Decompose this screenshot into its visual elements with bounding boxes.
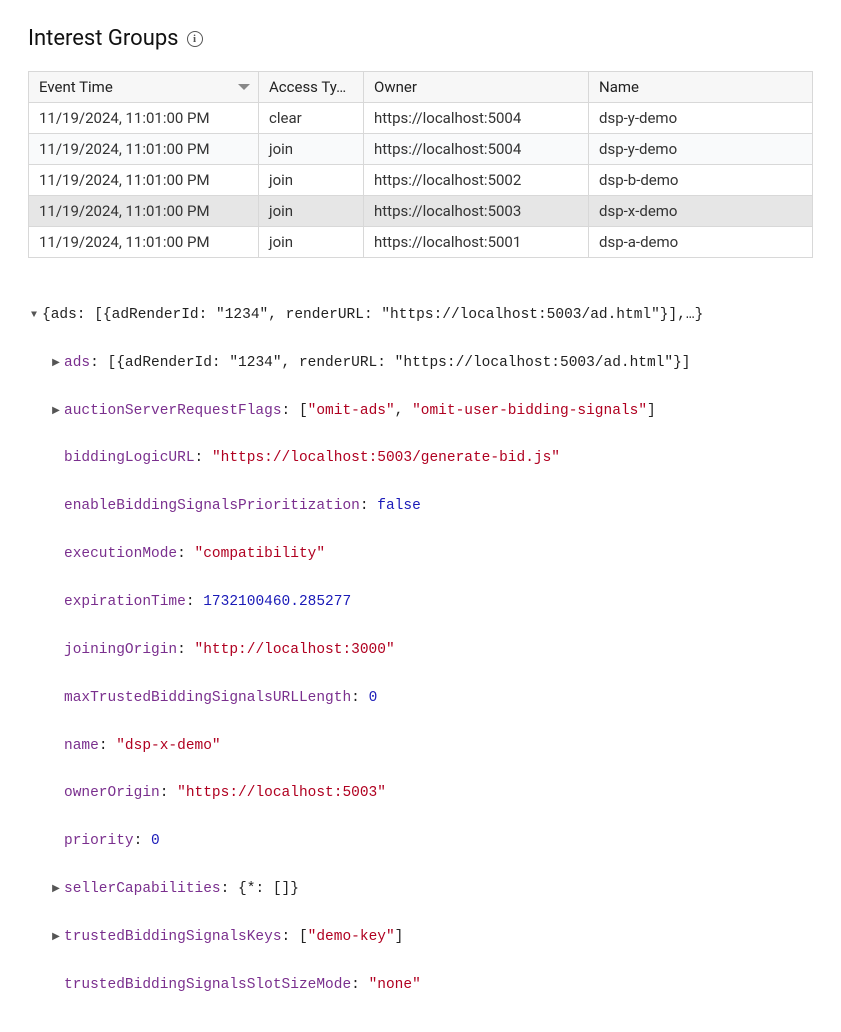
prop-value: "compatibility" — [195, 546, 326, 562]
table-header-row: Event Time Access Ty… Owner Name — [29, 72, 813, 103]
toggle-icon[interactable] — [50, 930, 62, 947]
array-item: "omit-ads" — [308, 403, 395, 419]
cell-owner: https://localhost:5004 — [364, 134, 589, 165]
array-item: "omit-user-bidding-signals" — [412, 403, 647, 419]
table-row[interactable]: 11/19/2024, 11:01:00 PMjoinhttps://local… — [29, 196, 813, 227]
column-owner[interactable]: Owner — [364, 72, 589, 103]
cell-name: dsp-y-demo — [589, 134, 813, 165]
table-row[interactable]: 11/19/2024, 11:01:00 PMclearhttps://loca… — [29, 103, 813, 134]
sort-desc-icon — [238, 84, 250, 90]
prop-value: "none" — [369, 977, 421, 993]
prop-key: auctionServerRequestFlags — [64, 403, 282, 419]
prop-value: "https://localhost:5003/generate-bid.js" — [212, 450, 560, 466]
cell-name: dsp-b-demo — [589, 165, 813, 196]
prop-key: biddingLogicURL — [64, 450, 195, 466]
prop-key: trustedBiddingSignalsSlotSizeMode — [64, 977, 351, 993]
info-icon[interactable]: i — [187, 31, 203, 47]
cell-name: dsp-a-demo — [589, 227, 813, 258]
toggle-icon[interactable] — [50, 404, 62, 421]
table-row[interactable]: 11/19/2024, 11:01:00 PMjoinhttps://local… — [29, 165, 813, 196]
cell-time: 11/19/2024, 11:01:00 PM — [29, 196, 259, 227]
prop-value: 0 — [369, 690, 378, 706]
prop-key: enableBiddingSignalsPrioritization — [64, 498, 360, 514]
column-label: Event Time — [39, 78, 113, 96]
prop-key: name — [64, 738, 99, 754]
panel-title: Interest Groups — [28, 26, 179, 51]
panel-header: Interest Groups i — [28, 26, 813, 51]
prop-value: false — [377, 498, 421, 514]
cell-name: dsp-x-demo — [589, 196, 813, 227]
prop-key: ads — [64, 355, 90, 371]
array-item: "demo-key" — [308, 929, 395, 945]
events-table: Event Time Access Ty… Owner Name 11/19/2… — [28, 71, 813, 258]
prop-key: trustedBiddingSignalsKeys — [64, 929, 282, 945]
column-access-type[interactable]: Access Ty… — [259, 72, 364, 103]
cell-name: dsp-y-demo — [589, 103, 813, 134]
table-row[interactable]: 11/19/2024, 11:01:00 PMjoinhttps://local… — [29, 134, 813, 165]
prop-summary: [{adRenderId: "1234", renderURL: "https:… — [108, 355, 691, 371]
root-summary: {ads: [{adRenderId: "1234", renderURL: "… — [42, 307, 703, 323]
prop-key: expirationTime — [64, 594, 186, 610]
column-name[interactable]: Name — [589, 72, 813, 103]
prop-key: sellerCapabilities — [64, 881, 221, 897]
prop-value: "dsp-x-demo" — [116, 738, 220, 754]
prop-value: 1732100460.285277 — [203, 594, 351, 610]
prop-summary: {*: []} — [238, 881, 299, 897]
cell-owner: https://localhost:5003 — [364, 196, 589, 227]
cell-type: join — [259, 227, 364, 258]
prop-key: executionMode — [64, 546, 177, 562]
cell-type: join — [259, 134, 364, 165]
table-row[interactable]: 11/19/2024, 11:01:00 PMjoinhttps://local… — [29, 227, 813, 258]
cell-owner: https://localhost:5004 — [364, 103, 589, 134]
toggle-icon[interactable] — [50, 882, 62, 899]
cell-time: 11/19/2024, 11:01:00 PM — [29, 165, 259, 196]
prop-key: joiningOrigin — [64, 642, 177, 658]
prop-value: "http://localhost:3000" — [195, 642, 395, 658]
prop-value: 0 — [151, 833, 160, 849]
column-event-time[interactable]: Event Time — [29, 72, 259, 103]
cell-owner: https://localhost:5002 — [364, 165, 589, 196]
cell-time: 11/19/2024, 11:01:00 PM — [29, 103, 259, 134]
toggle-icon[interactable] — [28, 308, 40, 325]
cell-owner: https://localhost:5001 — [364, 227, 589, 258]
cell-type: clear — [259, 103, 364, 134]
cell-time: 11/19/2024, 11:01:00 PM — [29, 134, 259, 165]
prop-key: priority — [64, 833, 134, 849]
cell-type: join — [259, 165, 364, 196]
prop-value: "https://localhost:5003" — [177, 785, 386, 801]
toggle-icon[interactable] — [50, 356, 62, 373]
cell-type: join — [259, 196, 364, 227]
object-detail-tree: {ads: [{adRenderId: "1234", renderURL: "… — [28, 280, 813, 1022]
cell-time: 11/19/2024, 11:01:00 PM — [29, 227, 259, 258]
prop-key: maxTrustedBiddingSignalsURLLength — [64, 690, 351, 706]
prop-key: ownerOrigin — [64, 785, 160, 801]
